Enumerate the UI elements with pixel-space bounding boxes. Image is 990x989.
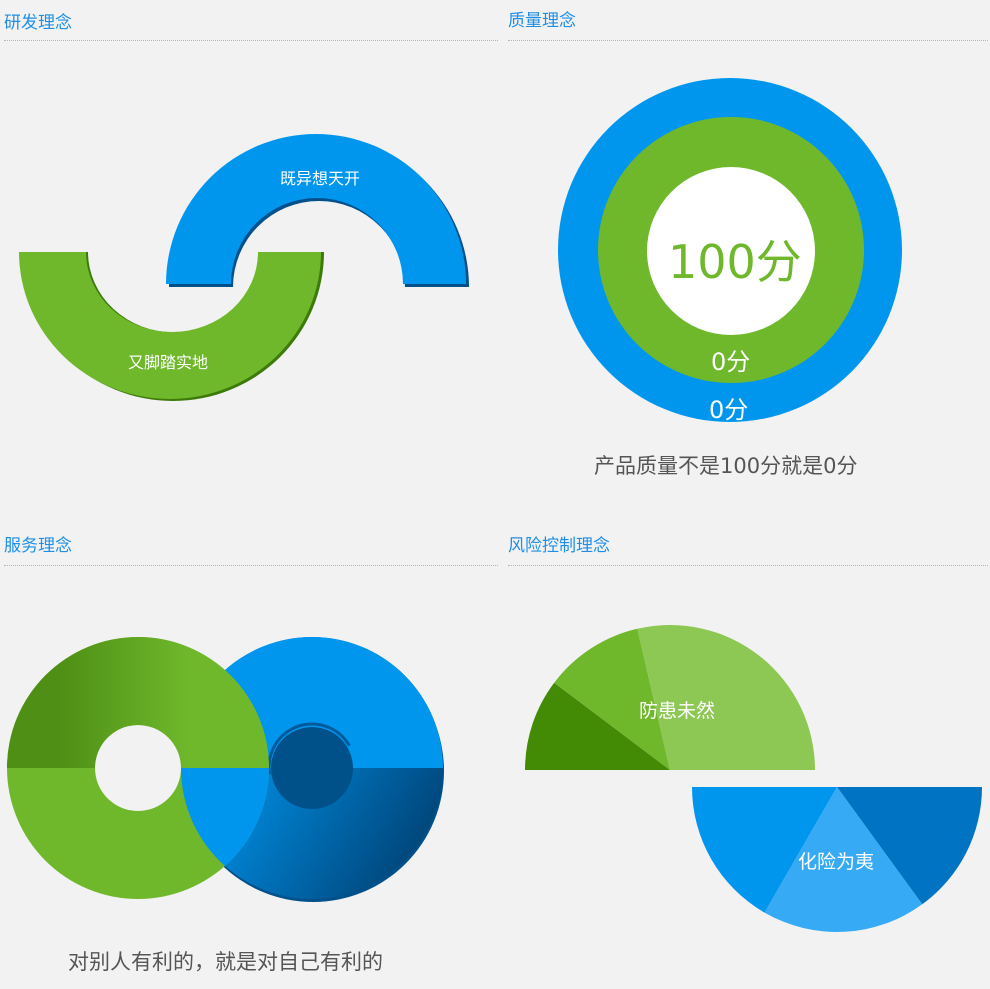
label-top-arc: 既异想天开 [280,169,361,188]
quality-caption: 产品质量不是100分就是0分 [594,454,858,478]
label-middle-0: 0分 [711,348,751,376]
label-risk-top: 防患未然 [639,700,716,722]
green-ring-top [7,637,269,768]
label-risk-bottom: 化险为夷 [798,851,875,873]
label-outer-0: 0分 [709,396,749,424]
service-caption: 对别人有利的，就是对自己有利的 [68,950,383,974]
label-bottom-arc: 又脚踏实地 [128,353,209,372]
risk-diagram [525,625,982,932]
infographic-canvas [7,78,982,932]
label-100: 100分 [668,235,802,289]
